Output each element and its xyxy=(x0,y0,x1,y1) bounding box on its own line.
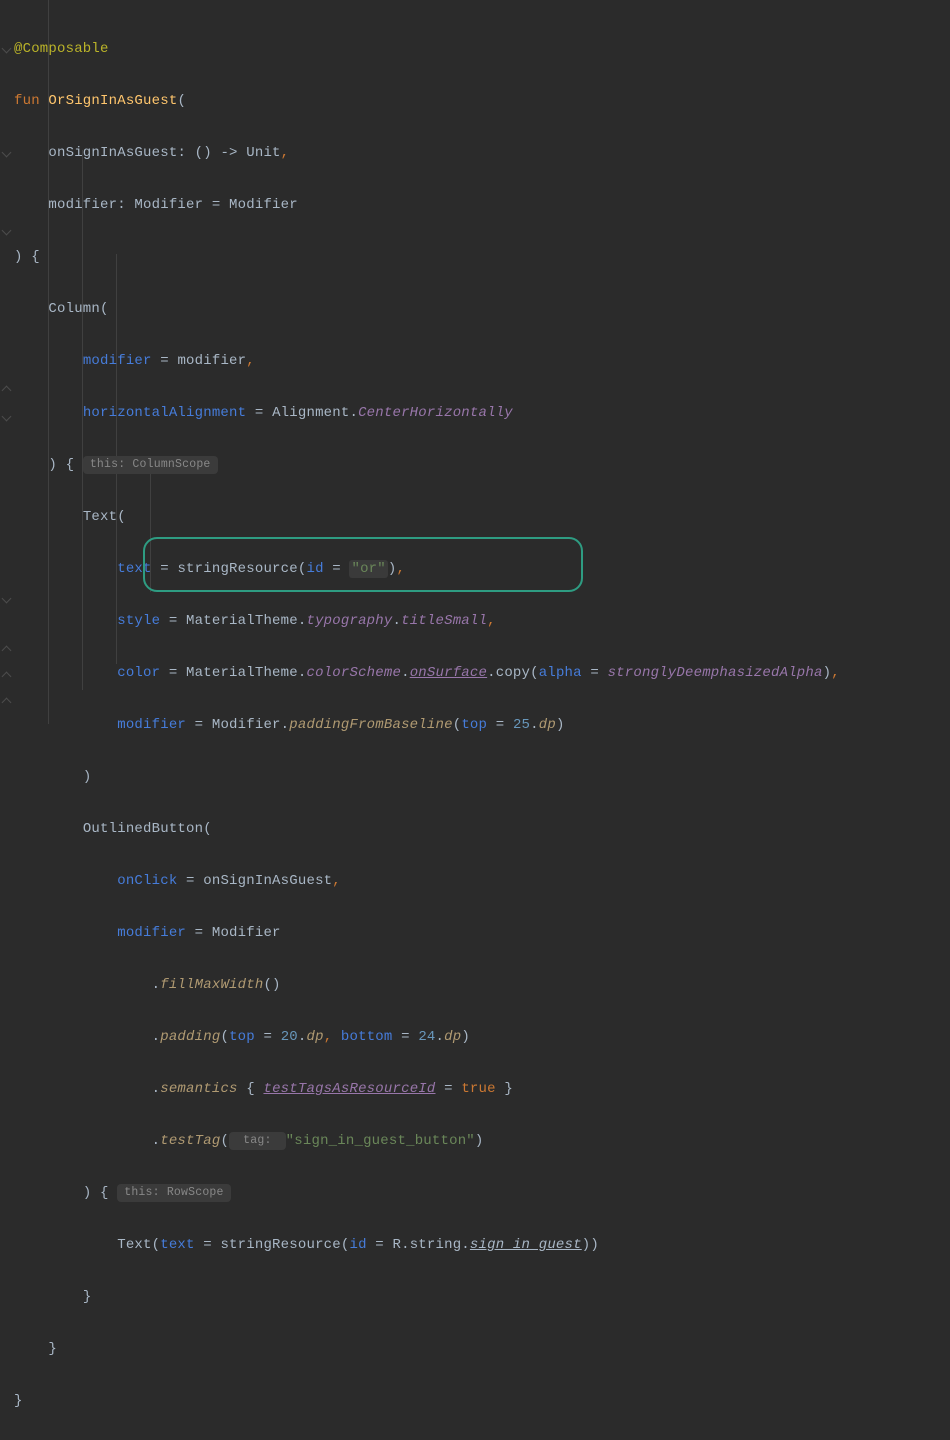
fold-marker-icon[interactable] xyxy=(2,386,12,396)
code-line: .semantics { testTagsAsResourceId = true… xyxy=(14,1076,840,1102)
code-line: ) xyxy=(14,764,840,790)
inlay-hint: tag: xyxy=(229,1132,286,1150)
code-line: color = MaterialTheme.colorScheme.onSurf… xyxy=(14,660,840,686)
code-line: } xyxy=(14,1388,840,1414)
code-line: onSignInAsGuest: () -> Unit, xyxy=(14,140,840,166)
code-line: style = MaterialTheme.typography.titleSm… xyxy=(14,608,840,634)
code-line: ) { this: ColumnScope xyxy=(14,452,840,478)
inlay-hint: this: ColumnScope xyxy=(83,456,218,474)
fold-marker-icon[interactable] xyxy=(2,148,12,158)
code-line: .testTag( tag: "sign_in_guest_button") xyxy=(14,1128,840,1154)
code-line: .padding(top = 20.dp, bottom = 24.dp) xyxy=(14,1024,840,1050)
fold-marker-icon[interactable] xyxy=(2,698,12,708)
code-line: @Composable xyxy=(14,36,840,62)
code-line: ) { xyxy=(14,244,840,270)
code-line: onClick = onSignInAsGuest, xyxy=(14,868,840,894)
code-line: modifier = Modifier xyxy=(14,920,840,946)
code-line: OutlinedButton( xyxy=(14,816,840,842)
code-line: Text(text = stringResource(id = R.string… xyxy=(14,1232,840,1258)
code-line: } xyxy=(14,1336,840,1362)
code-line: modifier = modifier, xyxy=(14,348,840,374)
editor-gutter xyxy=(0,0,10,724)
code-line: horizontalAlignment = Alignment.CenterHo… xyxy=(14,400,840,426)
code-line: modifier: Modifier = Modifier xyxy=(14,192,840,218)
fold-marker-icon[interactable] xyxy=(2,672,12,682)
code-line: Text( xyxy=(14,504,840,530)
code-line: modifier = Modifier.paddingFromBaseline(… xyxy=(14,712,840,738)
fold-marker-icon[interactable] xyxy=(2,412,12,422)
code-line: Column( xyxy=(14,296,840,322)
inlay-hint: this: RowScope xyxy=(117,1184,230,1202)
code-line: fun OrSignInAsGuest( xyxy=(14,88,840,114)
fold-marker-icon[interactable] xyxy=(2,226,12,236)
fold-marker-icon[interactable] xyxy=(2,594,12,604)
code-line: text = stringResource(id = "or"), xyxy=(14,556,840,582)
code-line: } xyxy=(14,1284,840,1310)
fold-marker-icon[interactable] xyxy=(2,646,12,656)
code-line: ) { this: RowScope xyxy=(14,1180,840,1206)
code-line: .fillMaxWidth() xyxy=(14,972,840,998)
code-editor[interactable]: @Composable fun OrSignInAsGuest( onSignI… xyxy=(14,10,840,1440)
fold-marker-icon[interactable] xyxy=(2,44,12,54)
